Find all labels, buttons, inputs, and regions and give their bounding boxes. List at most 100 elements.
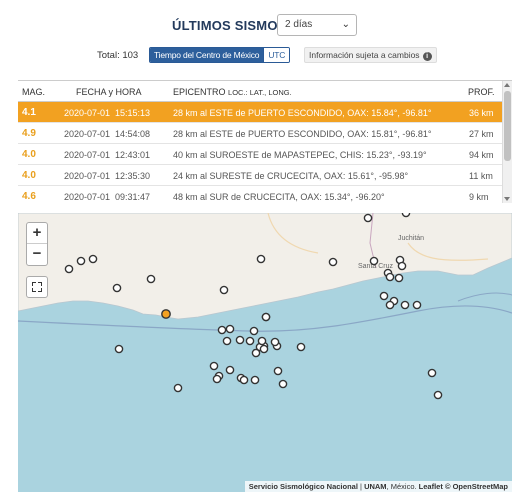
earthquake-marker[interactable] (278, 379, 288, 389)
earthquake-marker[interactable] (112, 283, 122, 293)
fullscreen-icon (38, 288, 42, 292)
earthquake-marker[interactable] (225, 324, 235, 334)
row-epicenter: 48 km al SUR de CRUCECITA, OAX: 15.34°, … (173, 192, 385, 202)
summary-bar: Total: 103 Tiempo del Centro de México U… (0, 47, 519, 65)
row-depth: 94 km (469, 150, 494, 160)
earthquake-marker[interactable] (273, 366, 283, 376)
earthquake-marker[interactable] (173, 383, 183, 393)
row-depth: 11 km (469, 171, 493, 181)
selected-earthquake-marker[interactable] (161, 309, 171, 319)
attribution-source[interactable]: Servicio Sismológico Nacional (249, 482, 358, 491)
earthquake-marker[interactable] (259, 344, 269, 354)
info-icon[interactable]: i (422, 52, 432, 61)
earthquake-marker[interactable] (400, 300, 410, 310)
row-date: 2020-07-01 (64, 150, 111, 160)
earthquake-marker[interactable] (385, 272, 395, 282)
table-header: MAG. FECHA y HORA EPICENTRO LOC.: LAT., … (18, 81, 512, 102)
osm-link[interactable]: © OpenStreetMap (445, 482, 508, 491)
fullscreen-button[interactable] (26, 276, 48, 298)
row-depth: 9 km (469, 192, 489, 202)
col-epicenter-sub: LOC.: LAT., LONG. (228, 88, 292, 97)
col-datetime[interactable]: FECHA y HORA (76, 87, 142, 97)
earthquake-marker[interactable] (225, 365, 235, 375)
epicenter-map[interactable]: Juchitán Santa Cruz + − Servicio Sismoló… (18, 213, 512, 492)
row-magnitude: 4.1 (22, 107, 36, 118)
earthquake-marker[interactable] (217, 325, 227, 335)
earthquake-marker[interactable] (296, 342, 306, 352)
earthquake-marker[interactable] (76, 256, 86, 266)
row-magnitude: 4.9 (22, 128, 36, 139)
earthquake-marker[interactable] (427, 368, 437, 378)
earthquake-marker[interactable] (64, 264, 74, 274)
earthquake-marker[interactable] (251, 348, 261, 358)
col-epicenter[interactable]: EPICENTRO LOC.: LAT., LONG. (173, 87, 292, 97)
earthquake-marker[interactable] (394, 273, 404, 283)
scrollbar-thumb[interactable] (504, 91, 511, 161)
table-row[interactable]: 4.0 2020-07-01 12:43:01 40 km al SUROESTE d… (18, 144, 512, 165)
col-depth[interactable]: PROF. (468, 87, 495, 97)
earthquake-marker[interactable] (245, 336, 255, 346)
earthquake-marker[interactable] (385, 300, 395, 310)
timezone-toggle: Tiempo del Centro de México UTC (149, 47, 291, 63)
row-time: 09:31:47 (115, 192, 151, 202)
scroll-up-icon[interactable] (504, 83, 510, 87)
col-mag[interactable]: MAG. (22, 87, 45, 97)
earthquake-marker[interactable] (250, 375, 260, 385)
earthquake-marker[interactable] (379, 291, 389, 301)
map-canvas[interactable]: Juchitán Santa Cruz (18, 213, 512, 492)
attribution-institution[interactable]: UNAM (364, 482, 387, 491)
earthquake-marker[interactable] (219, 285, 229, 295)
table-scrollbar[interactable] (502, 81, 512, 203)
scroll-down-icon[interactable] (504, 197, 510, 201)
header: ÚLTIMOS SISMOS 2 días ⌄ (0, 14, 519, 38)
row-epicenter: 40 km al SUROESTE de MAPASTEPEC, CHIS: 1… (173, 150, 427, 160)
earthquake-marker[interactable] (146, 274, 156, 284)
chevron-down-icon: ⌄ (341, 19, 350, 30)
table-row[interactable]: 4.0 2020-07-01 12:35:30 24 km al SURESTE de… (18, 165, 512, 186)
page-title: ÚLTIMOS SISMOS (172, 18, 287, 33)
earthquake-marker[interactable] (257, 336, 267, 346)
table-row[interactable]: 4.6 2020-07-01 09:31:47 48 km al SUR de CRU… (18, 186, 512, 203)
row-depth: 27 km (469, 129, 494, 139)
earthquake-marker[interactable] (363, 213, 373, 223)
earthquake-marker[interactable] (212, 374, 222, 384)
time-range-select[interactable]: 2 días ⌄ (277, 14, 357, 36)
table-row[interactable]: 4.1 2020-07-01 15:15:13 28 km al ESTE de PU… (18, 102, 512, 123)
earthquake-marker[interactable] (412, 300, 422, 310)
row-date: 2020-07-01 (64, 108, 111, 118)
earthquake-marker[interactable] (88, 254, 98, 264)
row-time: 12:35:30 (115, 171, 151, 181)
zoom-in-button[interactable]: + (27, 223, 47, 244)
fullscreen-icon (38, 282, 42, 286)
fullscreen-icon (32, 288, 36, 292)
earthquake-marker[interactable] (249, 326, 259, 336)
earthquake-marker[interactable] (222, 336, 232, 346)
notice-text: Información sujeta a cambios (309, 50, 420, 60)
zoom-out-button[interactable]: − (27, 244, 47, 265)
earthquake-marker[interactable] (369, 256, 379, 266)
tz-central-mexico-button[interactable]: Tiempo del Centro de México (150, 48, 264, 62)
row-time: 12:43:01 (115, 150, 151, 160)
earthquake-marker[interactable] (239, 375, 249, 385)
earthquake-marker[interactable] (114, 344, 124, 354)
row-epicenter: 24 km al SURESTE de CRUCECITA, OAX: 15.6… (173, 171, 409, 181)
col-epicenter-label: EPICENTRO (173, 87, 226, 97)
fullscreen-icon (32, 282, 36, 286)
tz-utc-button[interactable]: UTC (263, 48, 290, 62)
time-range-value: 2 días (285, 19, 313, 30)
leaflet-link[interactable]: Leaflet (419, 482, 443, 491)
earthquake-marker[interactable] (397, 261, 407, 271)
earthquake-marker[interactable] (256, 254, 266, 264)
city-label-juchitan: Juchitán (398, 235, 424, 242)
earthquake-marker[interactable] (270, 337, 280, 347)
earthquake-marker[interactable] (235, 335, 245, 345)
row-epicenter: 28 km al ESTE de PUERTO ESCONDIDO, OAX: … (173, 129, 432, 139)
earthquake-marker[interactable] (433, 390, 443, 400)
earthquake-marker[interactable] (261, 312, 271, 322)
earthquake-marker[interactable] (401, 213, 411, 218)
disclaimer-notice[interactable]: Información sujeta a cambios i (304, 47, 437, 63)
table-row[interactable]: 4.9 2020-07-01 14:54:08 28 km al ESTE de PU… (18, 123, 512, 144)
attribution-country: México (390, 482, 415, 491)
earthquake-marker[interactable] (328, 257, 338, 267)
earthquake-marker[interactable] (209, 361, 219, 371)
